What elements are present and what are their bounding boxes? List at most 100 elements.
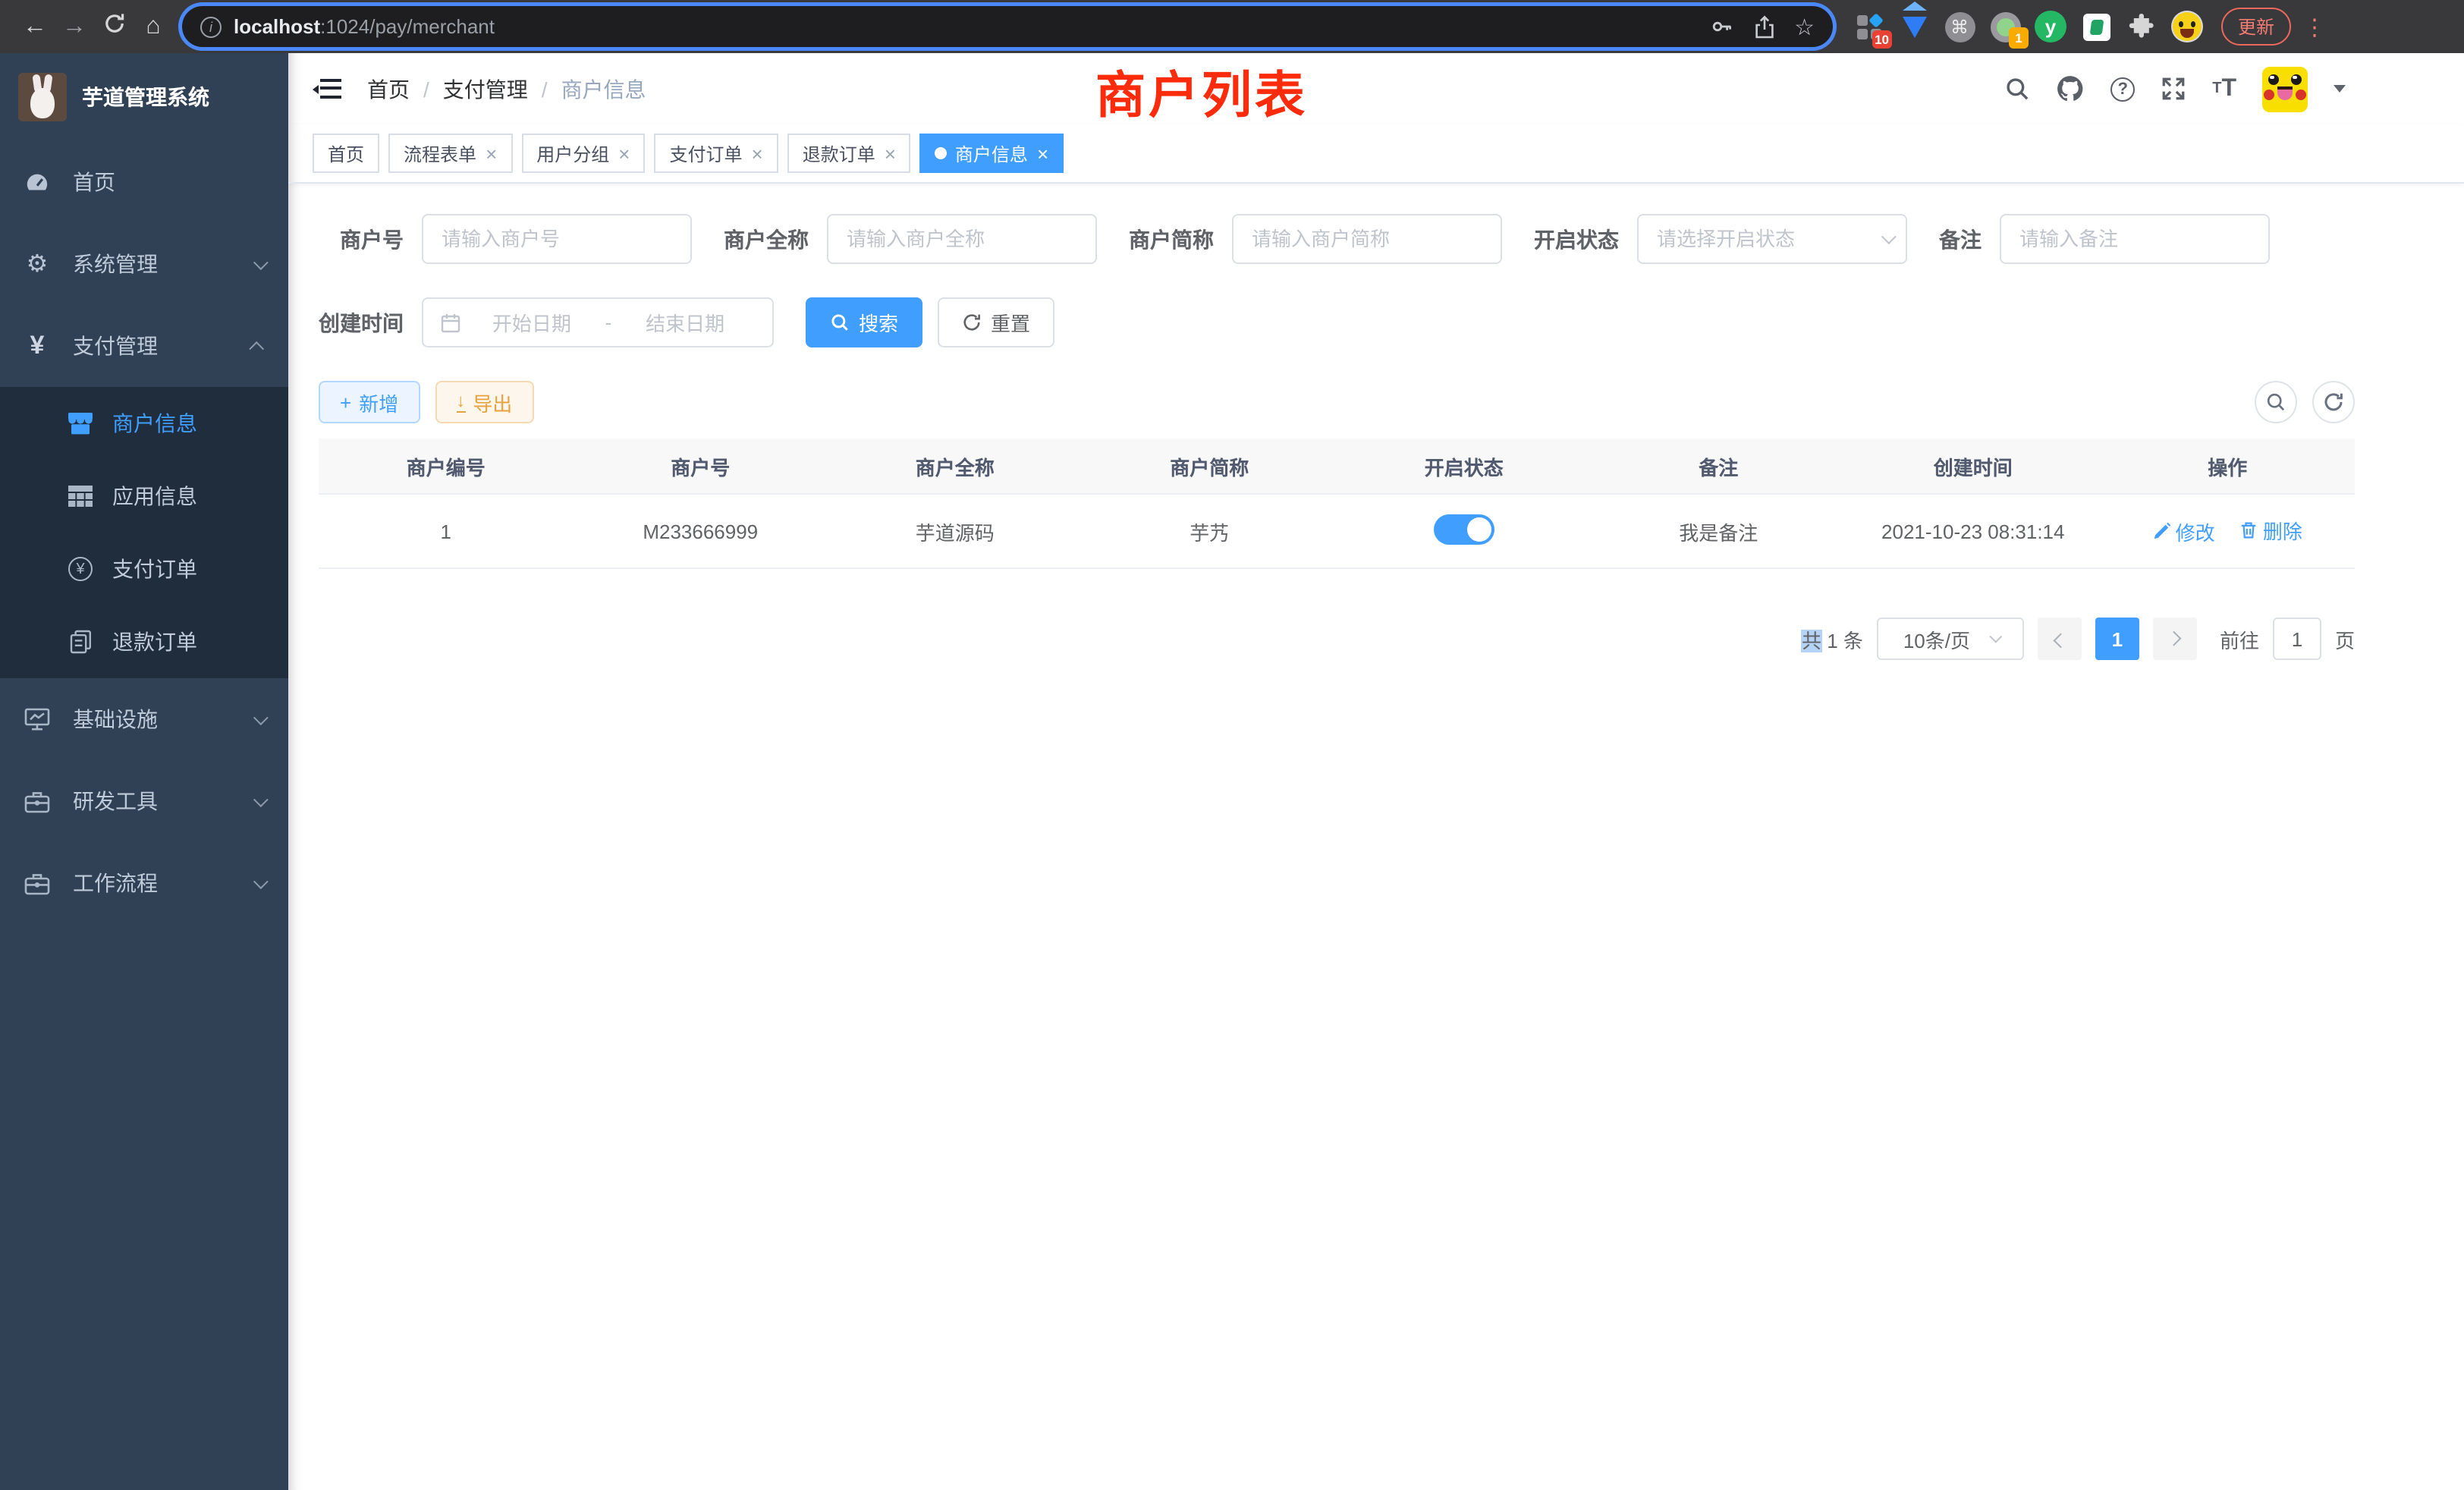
search-button[interactable]: 搜索 bbox=[806, 297, 922, 347]
status-select[interactable] bbox=[1637, 214, 1907, 264]
browser-profile-avatar[interactable] bbox=[2171, 11, 2203, 42]
start-date-placeholder[interactable]: 开始日期 bbox=[461, 308, 602, 337]
fullscreen-icon[interactable] bbox=[2161, 76, 2186, 102]
short-name-input[interactable] bbox=[1232, 214, 1502, 264]
extension-yuque-icon[interactable]: y bbox=[2035, 11, 2066, 42]
cell-full-name: 芋道源码 bbox=[828, 517, 1083, 545]
sidebar-item-home[interactable]: 首页 bbox=[0, 141, 288, 223]
extension-command-icon[interactable]: ⌘ bbox=[1944, 11, 1975, 42]
submenu-label: 退款订单 bbox=[112, 627, 197, 657]
export-button[interactable]: ↓ 导出 bbox=[435, 381, 533, 423]
tab-user-group[interactable]: 用户分组× bbox=[521, 134, 645, 173]
browser-back-button[interactable]: ← bbox=[15, 14, 55, 39]
refresh-table-button[interactable] bbox=[2312, 381, 2355, 423]
browser-home-button[interactable]: ⌂ bbox=[134, 14, 173, 39]
tab-merchant-info[interactable]: 商户信息× bbox=[920, 134, 1064, 173]
github-icon[interactable] bbox=[2056, 74, 2085, 103]
edit-button[interactable]: 修改 bbox=[2153, 517, 2215, 546]
tab-home[interactable]: 首页 bbox=[313, 134, 379, 173]
page-size-select[interactable]: 10条/页 bbox=[1877, 618, 2024, 660]
column-header: 操作 bbox=[2101, 451, 2356, 480]
page-content: 商户号 商户全称 商户简称 开启状态 bbox=[288, 184, 2464, 660]
browser-forward-button[interactable]: → bbox=[55, 14, 94, 39]
cell-merchant-no: M233666999 bbox=[574, 520, 828, 542]
filter-create-time: 创建时间 开始日期 - 结束日期 bbox=[319, 297, 774, 347]
page-1-button[interactable]: 1 bbox=[2095, 618, 2139, 660]
sidebar-item-infrastructure[interactable]: 基础设施 bbox=[0, 678, 288, 760]
close-icon[interactable]: × bbox=[885, 142, 896, 165]
password-key-icon[interactable] bbox=[1709, 15, 1733, 38]
tab-process-form[interactable]: 流程表单× bbox=[388, 134, 512, 173]
menu-label: 支付管理 bbox=[73, 331, 158, 361]
font-size-icon[interactable]: TT bbox=[2212, 75, 2236, 102]
browser-reload-button[interactable] bbox=[94, 12, 134, 41]
merchant-no-input[interactable] bbox=[422, 214, 692, 264]
extension-camera-icon[interactable]: 1 bbox=[1989, 11, 2021, 42]
sidebar-collapse-button[interactable] bbox=[314, 78, 341, 99]
close-icon[interactable]: × bbox=[486, 142, 497, 165]
status-toggle[interactable] bbox=[1434, 514, 1494, 544]
help-icon[interactable]: ? bbox=[2110, 77, 2135, 101]
bookmark-star-icon[interactable]: ☆ bbox=[1794, 13, 1815, 40]
table-tools bbox=[2255, 381, 2355, 423]
sidebar-item-merchant-info[interactable]: 商户信息 bbox=[0, 387, 288, 460]
sidebar-item-dev-tools[interactable]: 研发工具 bbox=[0, 760, 288, 842]
command-glyph: ⌘ bbox=[1944, 11, 1975, 42]
next-page-button[interactable] bbox=[2153, 618, 2197, 660]
filter-short-name: 商户简称 bbox=[1129, 214, 1502, 264]
extensions-menu-puzzle-icon[interactable] bbox=[2126, 11, 2158, 42]
avatar-dropdown-caret-icon[interactable] bbox=[2334, 85, 2346, 93]
toggle-search-button[interactable] bbox=[2255, 381, 2297, 423]
tab-refund-order[interactable]: 退款订单× bbox=[787, 134, 911, 173]
close-icon[interactable]: × bbox=[618, 142, 630, 165]
monitor-icon bbox=[23, 707, 52, 731]
search-icon[interactable] bbox=[2004, 76, 2030, 102]
selected-text: 共 bbox=[1802, 629, 1821, 652]
sidebar-item-app-info[interactable]: 应用信息 bbox=[0, 460, 288, 533]
column-header: 商户编号 bbox=[319, 451, 574, 480]
close-icon[interactable]: × bbox=[752, 142, 763, 165]
breadcrumb-separator: / bbox=[542, 77, 548, 101]
sidebar-item-pay-order[interactable]: ¥ 支付订单 bbox=[0, 533, 288, 605]
browser-menu-kebab-icon[interactable]: ⋮ bbox=[2303, 13, 2326, 40]
close-icon[interactable]: × bbox=[1037, 142, 1048, 165]
cell-actions: 修改 删除 bbox=[2101, 517, 2356, 546]
app-logo[interactable]: 芋道管理系统 bbox=[0, 53, 288, 141]
storefront-icon bbox=[67, 411, 94, 435]
site-info-icon[interactable]: i bbox=[200, 16, 222, 37]
reset-button[interactable]: 重置 bbox=[938, 297, 1054, 347]
breadcrumb-payment[interactable]: 支付管理 bbox=[443, 74, 528, 104]
merchant-table: 商户编号 商户号 商户全称 商户简称 开启状态 备注 创建时间 操作 1 M23… bbox=[319, 439, 2355, 569]
browser-extensions: 10 ⌘ 1 y bbox=[1853, 11, 2203, 42]
extension-notes-icon[interactable] bbox=[2080, 11, 2112, 42]
prev-page-button[interactable] bbox=[2038, 618, 2082, 660]
extension-blocks-icon[interactable]: 10 bbox=[1853, 11, 1884, 42]
status-select-input[interactable] bbox=[1637, 214, 1907, 264]
remark-input[interactable] bbox=[2000, 214, 2270, 264]
goto-page-input[interactable] bbox=[2273, 618, 2321, 660]
active-tab-dot bbox=[935, 147, 948, 159]
address-bar[interactable]: i localhost:1024/pay/merchant ☆ bbox=[182, 6, 1833, 47]
end-date-placeholder[interactable]: 结束日期 bbox=[614, 308, 756, 337]
field-label: 商户全称 bbox=[724, 224, 809, 254]
header-actions: ? TT bbox=[2004, 66, 2346, 112]
extension-gem-icon[interactable] bbox=[1898, 11, 1930, 42]
user-avatar[interactable] bbox=[2262, 66, 2308, 112]
full-name-input[interactable] bbox=[827, 214, 1097, 264]
browser-update-button[interactable]: 更新 bbox=[2221, 8, 2291, 46]
extension-badge: 1 bbox=[2009, 27, 2029, 49]
breadcrumb-home[interactable]: 首页 bbox=[367, 74, 410, 104]
page-header: 首页 / 支付管理 / 商户信息 ? bbox=[288, 53, 2464, 124]
sidebar-item-refund-order[interactable]: 退款订单 bbox=[0, 605, 288, 678]
field-label: 商户号 bbox=[319, 224, 404, 254]
sidebar-item-payment[interactable]: ¥ 支付管理 bbox=[0, 305, 288, 387]
delete-button[interactable]: 删除 bbox=[2240, 517, 2302, 545]
add-button[interactable]: + 新增 bbox=[319, 381, 420, 423]
share-icon[interactable] bbox=[1753, 14, 1774, 39]
tab-pay-order[interactable]: 支付订单× bbox=[654, 134, 778, 173]
date-range-picker[interactable]: 开始日期 - 结束日期 bbox=[422, 297, 774, 347]
sidebar-item-system[interactable]: ⚙ 系统管理 bbox=[0, 223, 288, 305]
sidebar-item-workflow[interactable]: 工作流程 bbox=[0, 842, 288, 924]
column-header: 创建时间 bbox=[1846, 451, 2101, 480]
menu-label: 基础设施 bbox=[73, 704, 158, 734]
